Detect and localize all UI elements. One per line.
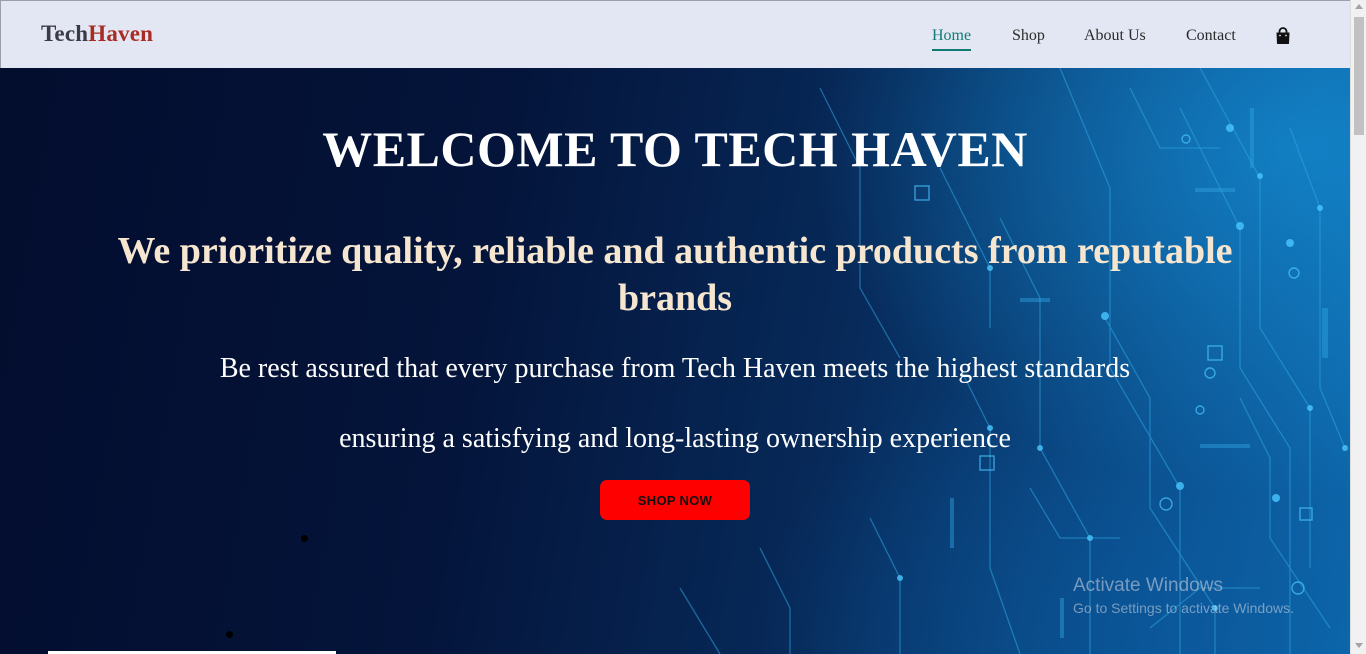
scroll-down-arrow-icon[interactable] [1355,643,1363,648]
hero-subtitle: We prioritize quality, reliable and auth… [117,230,1233,319]
shopping-bag-icon[interactable] [1275,27,1291,45]
nav-link-contact[interactable]: Contact [1186,27,1236,45]
hero-title: WELCOME TO TECH HAVEN [322,121,1028,177]
nav-link-about-us[interactable]: About Us [1084,27,1146,45]
scrollbar-thumb[interactable] [1354,17,1364,135]
navbar: TechHaven Home Shop About Us Contact [0,0,1350,68]
activate-windows-subtitle: Go to Settings to activate Windows. [1073,600,1294,616]
nav-menu: Home Shop About Us Contact [1,27,1350,57]
shop-now-button[interactable]: SHOP NOW [600,480,750,520]
nav-link-home[interactable]: Home [932,27,972,51]
scroll-up-arrow-icon[interactable] [1355,4,1363,9]
nav-link-shop[interactable]: Shop [1012,27,1045,45]
vertical-scrollbar[interactable] [1350,0,1366,654]
activate-windows-title: Activate Windows [1073,575,1223,596]
hero-description-line-1: Be rest assured that every purchase from… [219,353,1131,384]
decorative-dot [226,631,233,638]
hero-description-line-2: ensuring a satisfying and long-lasting o… [339,423,1011,454]
hero-section: WELCOME TO TECH HAVEN We prioritize qual… [0,68,1350,654]
decorative-dot [301,535,308,542]
